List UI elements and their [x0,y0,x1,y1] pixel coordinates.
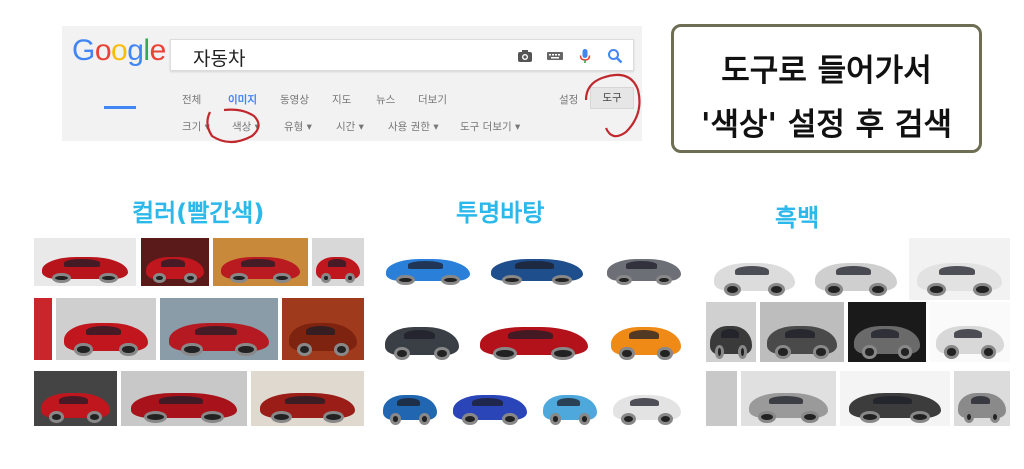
logo-letter: e [149,34,167,67]
active-tab-indicator [104,106,136,109]
tab-images[interactable]: 이미지 [228,92,257,107]
tab-videos[interactable]: 동영상 [280,92,309,107]
image-thumbnail[interactable] [954,371,1010,426]
image-thumbnail[interactable] [538,373,602,428]
filter-usage-rights[interactable]: 사용 권한 ▾ [388,119,439,134]
search-input[interactable]: 자동차 [170,39,634,71]
image-thumbnail[interactable] [251,371,364,426]
filter-size[interactable]: 크기 ▾ [182,119,210,134]
google-logo[interactable]: Google [72,36,166,66]
image-thumbnail[interactable] [121,371,247,426]
image-thumbnail[interactable] [706,238,803,300]
image-thumbnail[interactable] [482,240,592,288]
image-thumbnail[interactable] [282,298,364,360]
section-title-transparent: 투명바탕 [456,199,545,227]
image-thumbnail[interactable] [378,240,478,288]
image-thumbnail[interactable] [34,298,52,360]
tab-more[interactable]: 더보기 [418,92,447,107]
image-thumbnail[interactable] [470,302,598,364]
image-thumbnail[interactable] [930,302,1010,362]
logo-letter: g [127,34,144,67]
google-search-screenshot: Google 자동차 전체 이미지 동영상 지도 뉴스 더보기 설정 도구 크기… [62,26,642,144]
tab-maps[interactable]: 지도 [332,92,351,107]
image-thumbnail[interactable] [34,371,117,426]
callout-line-1: 도구로 들어가서 [721,53,932,89]
settings-link[interactable]: 설정 [559,92,578,107]
image-thumbnail[interactable] [706,371,737,426]
image-thumbnail[interactable] [600,240,688,288]
filter-more-tools[interactable]: 도구 더보기 ▾ [460,119,520,134]
image-thumbnail[interactable] [848,302,926,362]
image-thumbnail[interactable] [760,302,844,362]
image-thumbnail[interactable] [807,238,905,300]
image-thumbnail[interactable] [909,238,1010,300]
image-thumbnail[interactable] [34,238,136,286]
tab-all[interactable]: 전체 [182,92,201,107]
filter-time[interactable]: 시간 ▾ [336,119,364,134]
tab-news[interactable]: 뉴스 [376,92,395,107]
image-thumbnail[interactable] [160,298,278,360]
image-thumbnail[interactable] [606,373,688,428]
image-thumbnail[interactable] [446,373,534,428]
image-thumbnail[interactable] [378,373,442,428]
tools-button[interactable]: 도구 [590,87,634,109]
keyboard-icon[interactable] [547,48,563,64]
logo-letter: G [72,34,95,67]
microphone-icon[interactable] [577,48,593,64]
section-title-bw: 흑백 [775,204,820,232]
image-thumbnail[interactable] [56,298,156,360]
image-thumbnail[interactable] [312,238,364,286]
search-query: 자동차 [193,48,246,70]
image-thumbnail[interactable] [141,238,209,286]
image-thumbnail[interactable] [604,302,688,364]
image-thumbnail[interactable] [741,371,836,426]
section-title-color: 컬러(빨간색) [132,199,265,227]
filter-color[interactable]: 색상 ▾ [232,119,260,134]
image-thumbnail[interactable] [840,371,950,426]
image-thumbnail[interactable] [213,238,308,286]
instruction-callout: 도구로 들어가서 '색상' 설정 후 검색 [671,24,982,153]
filter-type[interactable]: 유형 ▾ [284,119,312,134]
logo-letter: o [111,34,128,67]
camera-icon[interactable] [517,48,533,64]
image-thumbnail[interactable] [378,302,466,364]
image-thumbnail[interactable] [706,302,756,362]
search-icon[interactable] [607,48,623,64]
logo-letter: o [94,34,112,67]
callout-line-2: '색상' 설정 후 검색 [701,107,952,143]
